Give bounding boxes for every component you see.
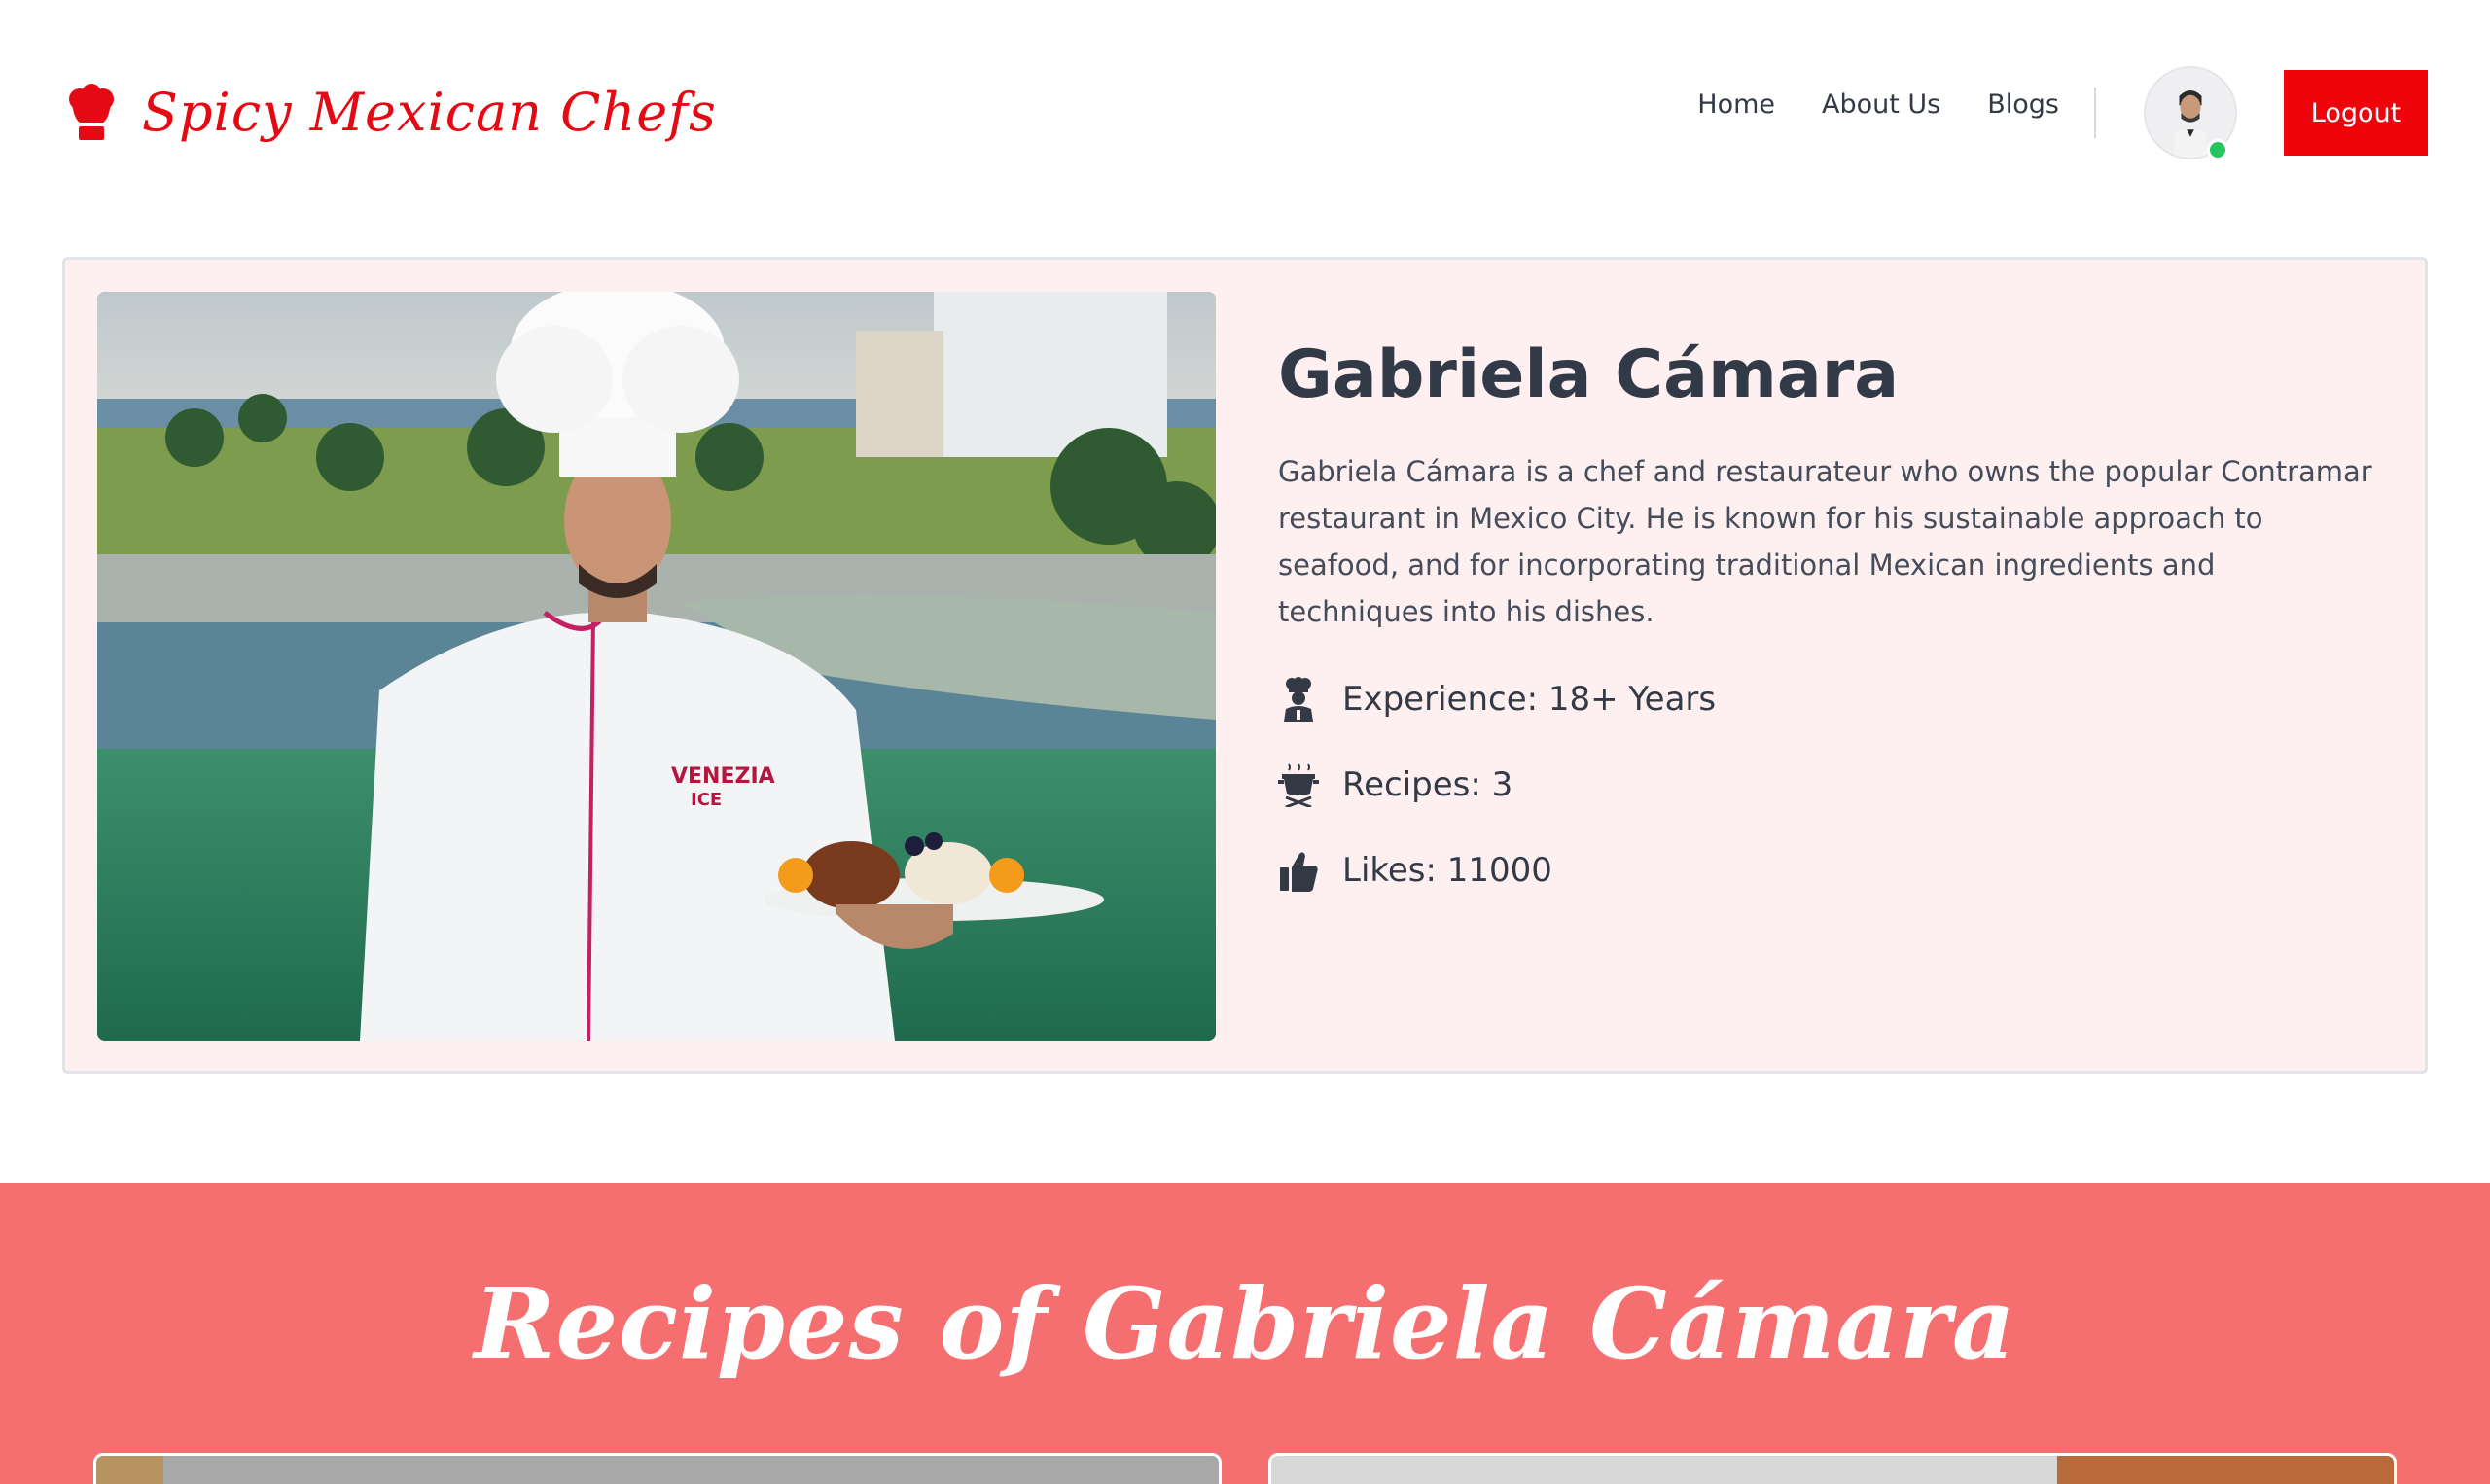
brand-logo[interactable]: Spicy Mexican Chefs: [68, 82, 717, 143]
chef-bio: Gabriela Cámara is a chef and restaurate…: [1278, 455, 2372, 629]
recipe-card[interactable]: [93, 1453, 1222, 1484]
experience-text: Experience: 18+ Years: [1342, 680, 1717, 720]
svg-text:ICE: ICE: [691, 790, 722, 810]
nav-link-about-us[interactable]: About Us: [1822, 89, 1940, 120]
thumbs-up-icon: [1280, 852, 1318, 893]
recipes-stat: Recipes: 3: [1278, 761, 2377, 808]
recipes-section-title: Recipes of Gabriela Cámara: [474, 1266, 2016, 1381]
chef-info: Gabriela Cámara Gabriela Cámara is a che…: [1278, 336, 2377, 894]
chef-photo: VENEZIA ICE: [97, 292, 1216, 1041]
cooking-pot-icon: [1278, 763, 1319, 808]
chef-profile-card: VENEZIA ICE Gabriela Cámara Gabriela Cám…: [62, 257, 2428, 1074]
chef-hat-icon: [69, 83, 114, 140]
nav-links: Home About Us Blogs: [1697, 89, 2059, 120]
experience-stat: Experience: 18+ Years: [1278, 676, 2377, 723]
nav-link-home[interactable]: Home: [1697, 89, 1775, 120]
nav-link-blogs[interactable]: Blogs: [1987, 89, 2059, 120]
navbar: Spicy Mexican Chefs Home About Us Blogs …: [0, 0, 2490, 228]
brand-name: Spicy Mexican Chefs: [142, 82, 717, 143]
svg-text:VENEZIA: VENEZIA: [671, 764, 775, 789]
likes-stat: Likes: 11000: [1278, 847, 2377, 894]
recipes-section: Recipes of Gabriela Cámara: [0, 1183, 2490, 1484]
likes-text: Likes: 11000: [1342, 851, 1552, 891]
logout-button[interactable]: Logout: [2284, 70, 2428, 156]
recipes-count-text: Recipes: 3: [1342, 765, 1513, 805]
nav-divider: [2094, 88, 2096, 138]
chef-icon: [1284, 677, 1313, 723]
chef-name: Gabriela Cámara: [1278, 336, 1900, 413]
recipe-card[interactable]: [1268, 1453, 2397, 1484]
online-status-dot: [2207, 139, 2228, 160]
